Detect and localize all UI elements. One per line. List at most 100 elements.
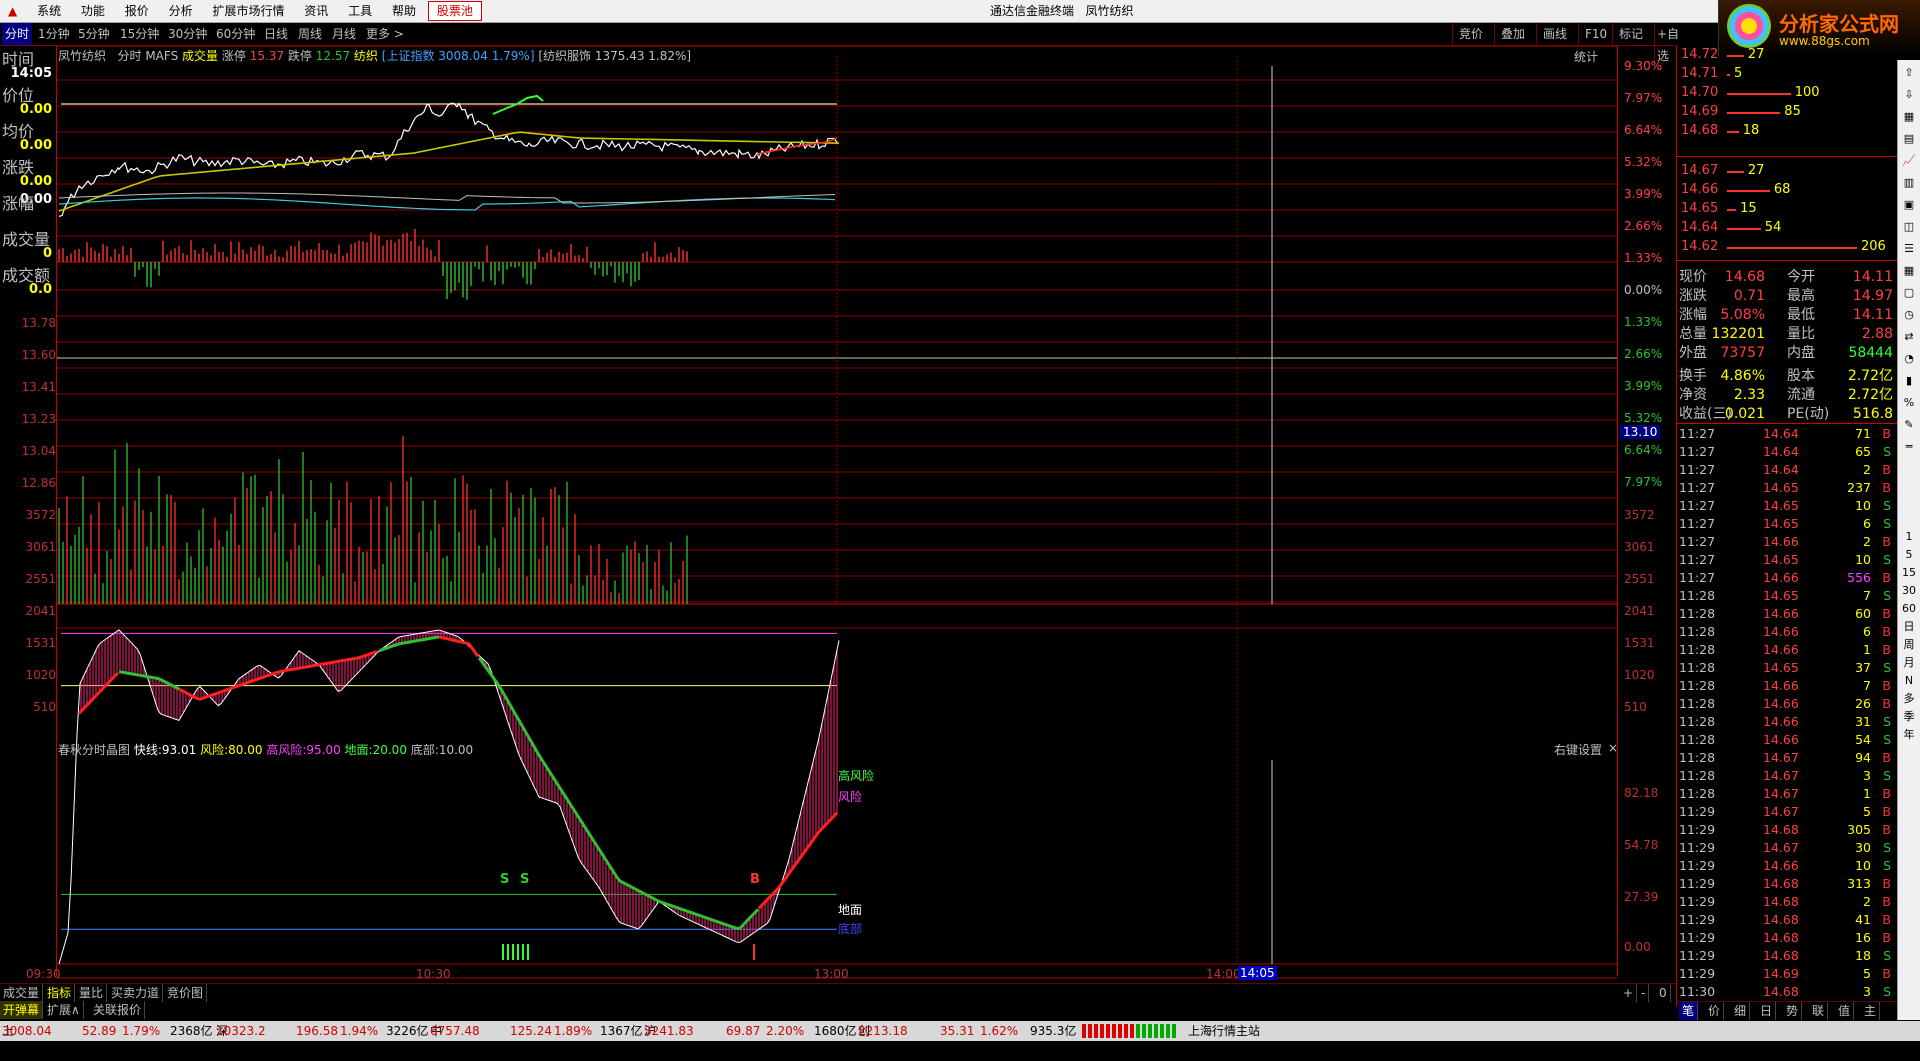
tab-60min[interactable]: 60分钟 xyxy=(216,23,255,45)
period-shortcut[interactable]: 季 xyxy=(1900,708,1918,726)
tick-row[interactable]: 11:30 14.68 3 S xyxy=(1677,983,1897,1001)
tick-row[interactable]: 11:27 14.65 6 S xyxy=(1677,515,1897,533)
period-shortcut[interactable]: 1 xyxy=(1900,528,1918,546)
tick-row[interactable]: 11:27 14.64 71 B xyxy=(1677,425,1897,443)
pencil-icon[interactable]: ✎ xyxy=(1900,416,1918,434)
indicator-title[interactable]: 春秋分时晶图 xyxy=(58,743,130,757)
period-shortcut[interactable]: 多 xyxy=(1900,690,1918,708)
tab-day[interactable]: 日线 xyxy=(264,23,288,45)
tick-row[interactable]: 11:28 14.65 7 S xyxy=(1677,587,1897,605)
tick-row[interactable]: 11:29 14.68 41 B xyxy=(1677,911,1897,929)
tab-trend[interactable]: 势 xyxy=(1783,1002,1803,1020)
tick-row[interactable]: 11:29 14.68 18 S xyxy=(1677,947,1897,965)
draw-line-button[interactable]: 画线 xyxy=(1536,23,1573,45)
zoom-out-button[interactable]: - xyxy=(1638,984,1650,1002)
menu-item-ext-market[interactable]: 扩展市场行情 xyxy=(204,0,292,22)
tick-row[interactable]: 11:29 14.68 16 B xyxy=(1677,929,1897,947)
period-shortcut[interactable]: 周 xyxy=(1900,636,1918,654)
tick-row[interactable]: 11:29 14.68 305 B xyxy=(1677,821,1897,839)
grid-icon[interactable]: ▦ xyxy=(1900,108,1918,126)
table-icon[interactable]: ▤ xyxy=(1900,130,1918,148)
tick-row[interactable]: 11:29 14.67 5 B xyxy=(1677,803,1897,821)
tab-week[interactable]: 周线 xyxy=(298,23,322,45)
tick-row[interactable]: 11:28 14.66 7 B xyxy=(1677,677,1897,695)
tab-main[interactable]: 主 xyxy=(1861,1002,1881,1020)
tab-indicator[interactable]: 指标 xyxy=(44,984,76,1002)
percent-icon[interactable]: % xyxy=(1900,394,1918,412)
tick-row[interactable]: 11:28 14.66 31 S xyxy=(1677,713,1897,731)
tab-1min[interactable]: 1分钟 xyxy=(38,23,70,45)
ruler-icon[interactable]: ═ xyxy=(1900,438,1918,456)
tab-value[interactable]: 值 xyxy=(1835,1002,1855,1020)
tab-more[interactable]: 更多 > xyxy=(366,23,404,45)
tab-month[interactable]: 月线 xyxy=(332,23,356,45)
danmaku-toggle[interactable]: 开弹幕 xyxy=(0,1001,44,1019)
app-icon[interactable]: ▲ xyxy=(0,0,25,22)
menu-item-analysis[interactable]: 分析 xyxy=(161,0,201,22)
menu-item-help[interactable]: 帮助 xyxy=(384,0,424,22)
tick-row[interactable]: 11:28 14.66 60 B xyxy=(1677,605,1897,623)
tab-linked[interactable]: 联 xyxy=(1809,1002,1829,1020)
tick-row[interactable]: 11:28 14.65 37 S xyxy=(1677,659,1897,677)
tab-volume[interactable]: 成交量 xyxy=(0,984,44,1002)
tab-trades[interactable]: 笔 xyxy=(1679,1002,1699,1020)
stock-pool-button[interactable]: 股票池 xyxy=(427,1,482,21)
server-name[interactable]: 上海行情主站 xyxy=(1188,1021,1260,1041)
tab-buy-sell-power[interactable]: 买卖力道 xyxy=(108,984,164,1002)
f10-icon[interactable]: ◫ xyxy=(1900,218,1918,236)
menu-item-function[interactable]: 功能 xyxy=(73,0,113,22)
candle-icon[interactable]: ▥ xyxy=(1900,174,1918,192)
tick-row[interactable]: 11:28 14.66 26 B xyxy=(1677,695,1897,713)
doc-icon[interactable]: ▣ xyxy=(1900,196,1918,214)
intraday-chart[interactable] xyxy=(57,46,1617,983)
tick-row[interactable]: 11:29 14.66 10 S xyxy=(1677,857,1897,875)
bars-icon[interactable]: ▮ xyxy=(1900,372,1918,390)
arrow-up-icon[interactable]: ⇧ xyxy=(1900,64,1918,82)
tick-row[interactable]: 11:29 14.68 2 B xyxy=(1677,893,1897,911)
tick-row[interactable]: 11:28 14.66 1 B xyxy=(1677,641,1897,659)
period-shortcut[interactable]: N xyxy=(1900,672,1918,690)
tab-auction-chart[interactable]: 竞价图 xyxy=(164,984,208,1002)
tab-price[interactable]: 价 xyxy=(1705,1002,1725,1020)
expand-button[interactable]: 扩展∧ xyxy=(44,1001,84,1019)
tab-intraday[interactable]: 分时 xyxy=(2,23,33,45)
overlay-button[interactable]: 叠加 xyxy=(1494,23,1531,45)
zoom-in-button[interactable]: + xyxy=(1620,984,1638,1002)
tick-row[interactable]: 11:27 14.65 10 S xyxy=(1677,551,1897,569)
tab-detail[interactable]: 细 xyxy=(1731,1002,1751,1020)
period-shortcut[interactable]: 30 xyxy=(1900,582,1918,600)
bid-auction-button[interactable]: 竞价 xyxy=(1452,23,1489,45)
f10-button[interactable]: F10 xyxy=(1578,23,1613,45)
period-shortcut[interactable]: 日 xyxy=(1900,618,1918,636)
news-icon[interactable]: ▢ xyxy=(1900,284,1918,302)
tick-row[interactable]: 11:28 14.66 54 S xyxy=(1677,731,1897,749)
tick-row[interactable]: 11:28 14.66 6 B xyxy=(1677,623,1897,641)
period-shortcut[interactable]: 60 xyxy=(1900,600,1918,618)
tab-30min[interactable]: 30分钟 xyxy=(168,23,207,45)
tick-row[interactable]: 11:28 14.67 94 B xyxy=(1677,749,1897,767)
period-shortcut[interactable]: 15 xyxy=(1900,564,1918,582)
period-shortcut[interactable]: 5 xyxy=(1900,546,1918,564)
tab-5min[interactable]: 5分钟 xyxy=(78,23,110,45)
period-shortcut[interactable]: 年 xyxy=(1900,726,1918,744)
tab-volume-ratio[interactable]: 量比 xyxy=(76,984,108,1002)
compare-icon[interactable]: ⇄ xyxy=(1900,328,1918,346)
related-quotes-button[interactable]: 关联报价 xyxy=(90,1001,146,1019)
tick-row[interactable]: 11:29 14.69 5 B xyxy=(1677,965,1897,983)
tick-row[interactable]: 11:27 14.65 10 S xyxy=(1677,497,1897,515)
tick-row[interactable]: 11:28 14.67 1 B xyxy=(1677,785,1897,803)
menu-item-news[interactable]: 资讯 xyxy=(296,0,336,22)
close-icon[interactable]: × xyxy=(1608,741,1618,755)
period-shortcut[interactable]: 月 xyxy=(1900,654,1918,672)
tab-daily[interactable]: 日 xyxy=(1757,1002,1777,1020)
tab-15min[interactable]: 15分钟 xyxy=(120,23,159,45)
tick-row[interactable]: 11:27 14.66 2 B xyxy=(1677,533,1897,551)
tick-row[interactable]: 11:27 14.64 65 S xyxy=(1677,443,1897,461)
reset-zoom-button[interactable]: 0 xyxy=(1656,984,1671,1002)
menu-item-system[interactable]: 系统 xyxy=(29,0,69,22)
indicator-settings-hint[interactable]: 右键设置 xyxy=(1554,741,1602,758)
tick-row[interactable]: 11:29 14.68 313 B xyxy=(1677,875,1897,893)
menu-item-quote[interactable]: 报价 xyxy=(117,0,157,22)
menu-item-tools[interactable]: 工具 xyxy=(340,0,380,22)
clock-icon[interactable]: ◷ xyxy=(1900,306,1918,324)
